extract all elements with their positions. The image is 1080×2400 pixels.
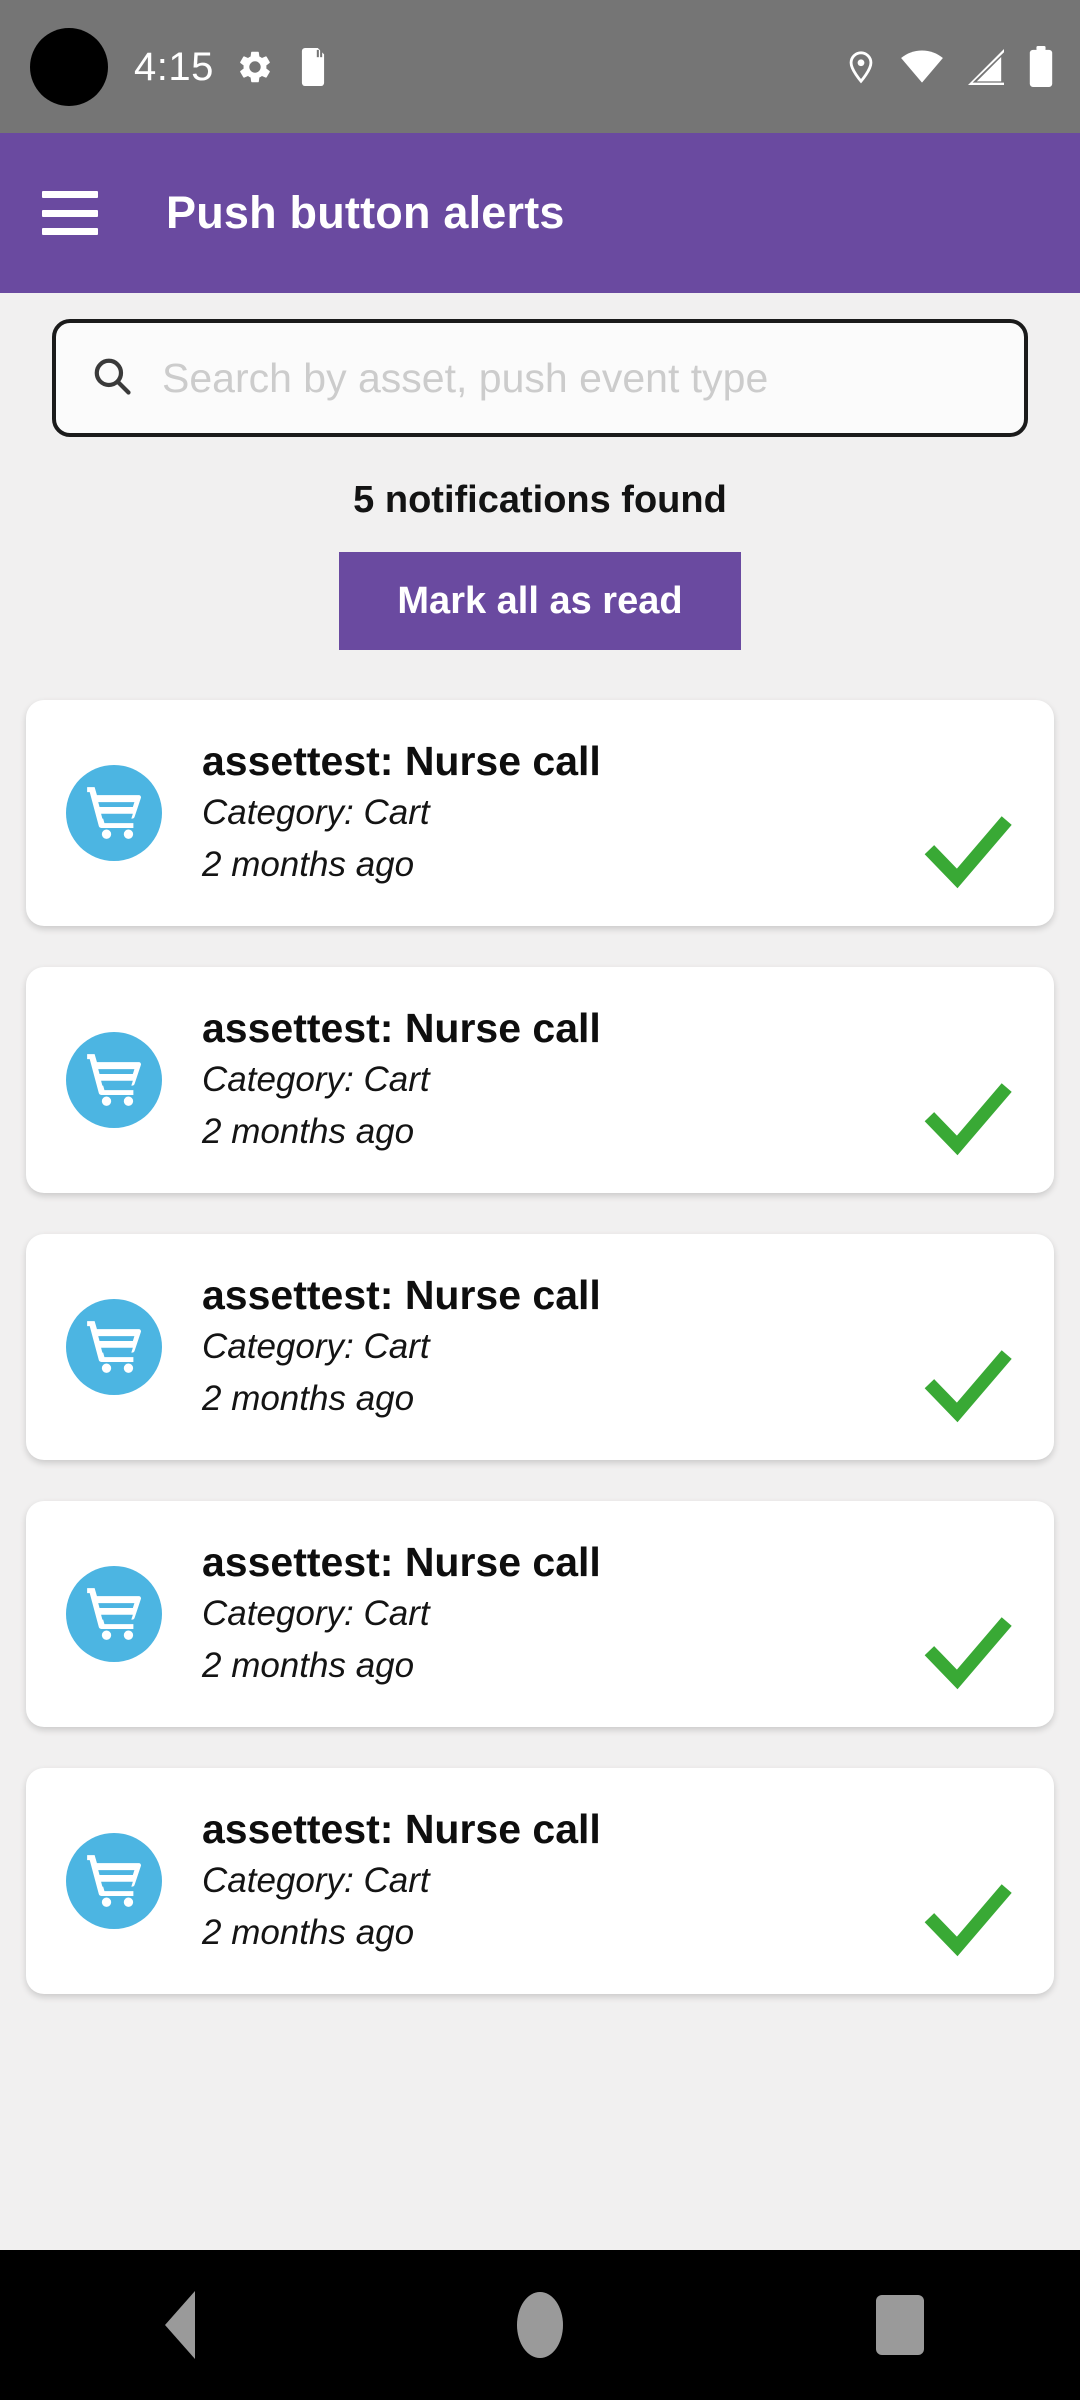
wifi-icon — [900, 48, 944, 86]
page-title: Push button alerts — [166, 187, 565, 238]
avatar — [66, 1032, 162, 1128]
green-check-icon[interactable] — [920, 1605, 1016, 1701]
notification-title: assettest: Nurse call — [202, 737, 601, 784]
recents-nav-icon[interactable] — [810, 2250, 990, 2400]
cellular-signal-icon — [966, 48, 1006, 86]
home-nav-icon[interactable] — [450, 2250, 630, 2400]
notification-text: assettest: Nurse call Category: Cart 2 m… — [202, 1538, 1022, 1691]
hamburger-line — [42, 191, 98, 198]
green-check-icon[interactable] — [920, 1872, 1016, 1968]
search-bar[interactable] — [52, 319, 1028, 437]
avatar — [66, 1566, 162, 1662]
notification-card[interactable]: assettest: Nurse call Category: Cart 2 m… — [26, 1768, 1054, 1994]
android-navigation-bar — [0, 2250, 1080, 2400]
green-check-icon[interactable] — [920, 1338, 1016, 1434]
mark-all-as-read-button[interactable]: Mark all as read — [339, 552, 741, 650]
notification-category: Category: Cart — [202, 1860, 430, 1900]
camera-cutout — [30, 27, 108, 106]
shopping-cart-icon — [87, 1855, 142, 1907]
status-bar-right — [844, 45, 1054, 88]
green-check-icon[interactable] — [920, 804, 1016, 900]
notification-category: Category: Cart — [202, 1326, 430, 1366]
notification-title: assettest: Nurse call — [202, 1271, 601, 1318]
notification-title: assettest: Nurse call — [202, 1004, 601, 1051]
notification-time: 2 months ago — [202, 1379, 415, 1419]
notification-list: assettest: Nurse call Category: Cart 2 m… — [0, 700, 1080, 1994]
location-pin-icon — [844, 46, 878, 88]
notification-title: assettest: Nurse call — [202, 1538, 601, 1585]
notification-card[interactable]: assettest: Nurse call Category: Cart 2 m… — [26, 700, 1054, 926]
back-nav-icon[interactable] — [90, 2250, 270, 2400]
hamburger-line — [42, 209, 98, 217]
status-bar: 4:15 — [0, 0, 1080, 133]
notification-title: assettest: Nurse call — [202, 1805, 601, 1852]
green-check-icon[interactable] — [920, 1071, 1016, 1167]
notification-card[interactable]: assettest: Nurse call Category: Cart 2 m… — [26, 1501, 1054, 1727]
status-bar-clock: 4:15 — [134, 44, 214, 89]
search-section — [52, 319, 1028, 437]
notification-category: Category: Cart — [202, 792, 430, 832]
avatar — [66, 765, 162, 861]
hamburger-line — [42, 228, 98, 235]
shopping-cart-icon — [87, 1588, 142, 1640]
notification-card[interactable]: assettest: Nurse call Category: Cart 2 m… — [26, 967, 1054, 1193]
avatar — [66, 1833, 162, 1929]
notification-category: Category: Cart — [202, 1593, 430, 1633]
shopping-cart-icon — [87, 787, 142, 839]
status-bar-left: 4:15 — [134, 47, 330, 87]
notification-text: assettest: Nurse call Category: Cart 2 m… — [202, 737, 1022, 890]
notification-text: assettest: Nurse call Category: Cart 2 m… — [202, 1271, 1022, 1424]
notification-time: 2 months ago — [202, 1646, 415, 1686]
hamburger-menu-icon[interactable] — [42, 191, 98, 235]
app-bar: Push button alerts — [0, 133, 1080, 293]
shopping-cart-icon — [87, 1054, 142, 1106]
mark-all-as-read-container: Mark all as read — [0, 552, 1080, 650]
battery-icon — [1028, 45, 1054, 88]
notification-count: 5 notifications found — [353, 479, 727, 521]
main-content: 5 notifications found Mark all as read a… — [0, 293, 1080, 2250]
shopping-cart-icon — [87, 1321, 142, 1373]
notification-time: 2 months ago — [202, 1913, 415, 1953]
notification-text: assettest: Nurse call Category: Cart 2 m… — [202, 1004, 1022, 1157]
sd-card-icon — [296, 47, 330, 86]
search-icon — [90, 354, 134, 403]
notification-card[interactable]: assettest: Nurse call Category: Cart 2 m… — [26, 1234, 1054, 1460]
search-input[interactable] — [162, 354, 990, 402]
settings-gear-icon — [236, 48, 274, 86]
notification-category: Category: Cart — [202, 1059, 430, 1099]
avatar — [66, 1299, 162, 1395]
notification-time: 2 months ago — [202, 1112, 415, 1152]
notification-time: 2 months ago — [202, 845, 415, 885]
notification-text: assettest: Nurse call Category: Cart 2 m… — [202, 1805, 1022, 1958]
